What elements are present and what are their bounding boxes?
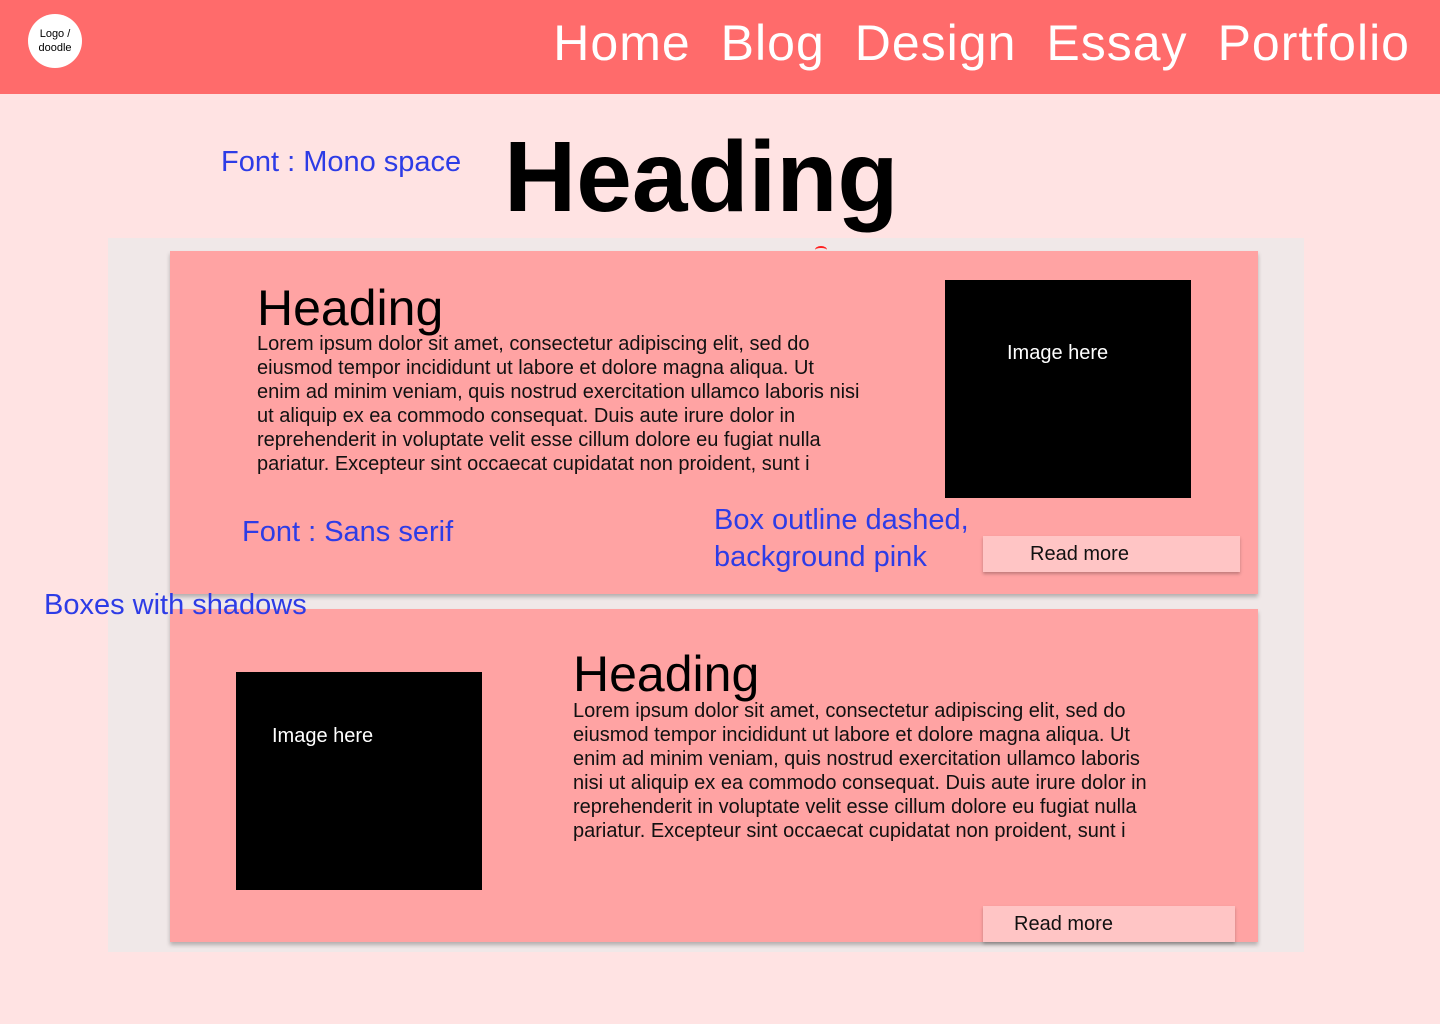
- page-title: Heading: [504, 121, 899, 233]
- top-nav-bar: Logo / doodle Home Blog Design Essay Por…: [0, 0, 1440, 94]
- content-card: Image here Heading Lorem ipsum dolor sit…: [170, 609, 1258, 942]
- read-more-button[interactable]: Read more: [983, 536, 1240, 572]
- nav-item-home[interactable]: Home: [553, 14, 690, 72]
- read-more-button[interactable]: Read more: [983, 906, 1235, 942]
- card-body-text: Lorem ipsum dolor sit amet, consectetur …: [257, 333, 860, 475]
- card-heading: Heading: [573, 646, 760, 702]
- annotation-box-outline: Box outline dashed, background pink: [714, 502, 969, 576]
- image-placeholder: Image here: [236, 672, 482, 890]
- annotation-boxes-shadows: Boxes with shadows: [44, 589, 307, 621]
- card-body-text: Lorem ipsum dolor sit amet, consectetur …: [573, 700, 1147, 842]
- nav-item-portfolio[interactable]: Portfolio: [1218, 14, 1410, 72]
- annotation-font-mono: Font : Mono space: [221, 146, 462, 178]
- annotation-font-sans: Font : Sans serif: [242, 516, 454, 548]
- image-placeholder-label: Image here: [272, 725, 374, 747]
- nav-item-blog[interactable]: Blog: [721, 14, 825, 72]
- main-nav: Home Blog Design Essay Portfolio: [553, 14, 1410, 72]
- annotation-box-outline-line1: Box outline dashed,: [714, 504, 969, 536]
- annotation-box-outline-line2: background pink: [714, 541, 927, 573]
- nav-item-design[interactable]: Design: [855, 14, 1017, 72]
- card-heading: Heading: [257, 280, 444, 336]
- nav-item-essay[interactable]: Essay: [1046, 14, 1187, 72]
- image-placeholder: Image here: [945, 280, 1191, 498]
- image-placeholder-label: Image here: [1007, 342, 1109, 364]
- logo[interactable]: Logo / doodle: [28, 14, 82, 68]
